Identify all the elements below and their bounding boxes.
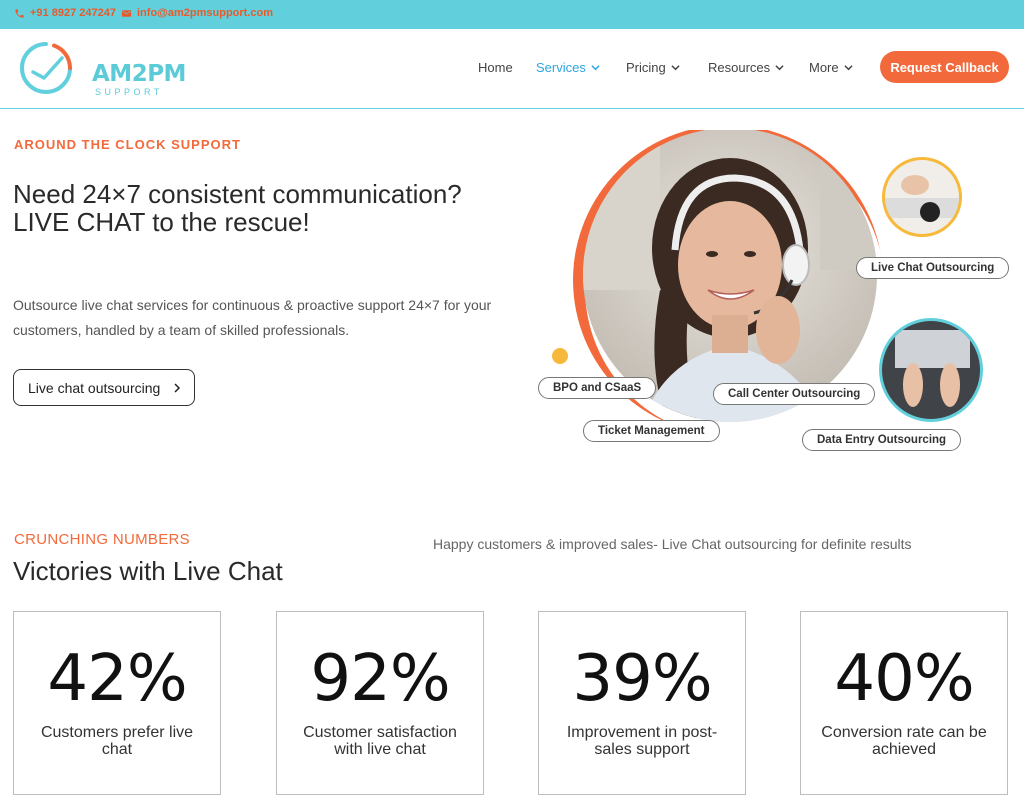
nav-pricing[interactable]: Pricing: [626, 60, 680, 75]
nav-more[interactable]: More: [809, 60, 853, 75]
stat-value: 40%: [834, 642, 974, 716]
stat-label: Improvement in post-sales support: [566, 724, 718, 758]
brand-tagline: SUPPORT: [95, 87, 163, 97]
hero-illustration: Live Chat Outsourcing BPO and CSaaS Call…: [530, 130, 1010, 470]
phone-number: +91 8927 247247: [30, 7, 116, 19]
clock-logo-icon: [20, 42, 72, 94]
stat-card: 92% Customer satisfaction with live chat: [276, 611, 484, 795]
stat-label: Customers prefer live chat: [40, 724, 194, 758]
chevron-down-icon: [671, 65, 680, 71]
pill-live-chat-outsourcing[interactable]: Live Chat Outsourcing: [856, 257, 1010, 279]
brand-logo[interactable]: AM2PM SUPPORT: [18, 40, 186, 97]
live-chat-outsourcing-button[interactable]: Live chat outsourcing: [13, 369, 195, 406]
chevron-down-icon: [775, 65, 784, 71]
top-contact-bar: +91 8927 247247 info@am2pmsupport.com: [0, 0, 1024, 29]
numbers-eyebrow: CRUNCHING NUMBERS: [14, 531, 190, 548]
mail-icon: [121, 9, 132, 17]
nav-home[interactable]: Home: [478, 60, 513, 75]
nav-resources-label: Resources: [708, 60, 771, 75]
nav-resources[interactable]: Resources: [708, 60, 784, 75]
live-chat-outsourcing-label: Live chat outsourcing: [28, 379, 161, 396]
site-header: AM2PM SUPPORT Home Services Pricing Reso…: [0, 29, 1024, 109]
email-address: info@am2pmsupport.com: [137, 7, 274, 19]
chevron-down-icon: [844, 65, 853, 71]
stat-label: Customer satisfaction with live chat: [303, 724, 457, 758]
stat-label: Conversion rate can be achieved: [821, 724, 987, 758]
request-callback-button[interactable]: Request Callback: [880, 51, 1009, 83]
pill-data-entry-outsourcing[interactable]: Data Entry Outsourcing: [802, 429, 962, 451]
stat-card: 39% Improvement in post-sales support: [538, 611, 746, 795]
hero-description: Outsource live chat services for continu…: [13, 297, 492, 338]
hero-title: Need 24×7 consistent communication? LIVE…: [13, 179, 462, 237]
stat-card: 40% Conversion rate can be achieved: [800, 611, 1008, 795]
nav-services[interactable]: Services: [536, 60, 600, 75]
pill-call-center-outsourcing[interactable]: Call Center Outsourcing: [713, 383, 876, 405]
pill-ticket-management[interactable]: Ticket Management: [583, 420, 720, 442]
numbers-subtitle: Happy customers & improved sales- Live C…: [433, 536, 912, 552]
email-contact[interactable]: info@am2pmsupport.com: [121, 7, 273, 19]
stat-value: 92%: [310, 642, 450, 716]
stat-card: 42% Customers prefer live chat: [13, 611, 221, 795]
nav-pricing-label: Pricing: [626, 60, 666, 75]
agent-photo-image: [552, 130, 983, 438]
nav-more-label: More: [809, 60, 839, 75]
numbers-title: Victories with Live Chat: [13, 556, 283, 586]
hero-eyebrow: AROUND THE CLOCK SUPPORT: [14, 137, 241, 152]
stat-value: 39%: [572, 642, 712, 716]
brand-name: AM2PM: [92, 61, 186, 87]
nav-services-label: Services: [536, 60, 586, 75]
chevron-right-icon: [174, 382, 181, 393]
pill-bpo-csaas[interactable]: BPO and CSaaS: [538, 377, 657, 399]
stat-value: 42%: [47, 642, 187, 716]
phone-contact[interactable]: +91 8927 247247: [14, 7, 116, 19]
chevron-down-icon: [591, 65, 600, 71]
nav-home-label: Home: [478, 60, 513, 75]
phone-icon: [15, 8, 24, 18]
